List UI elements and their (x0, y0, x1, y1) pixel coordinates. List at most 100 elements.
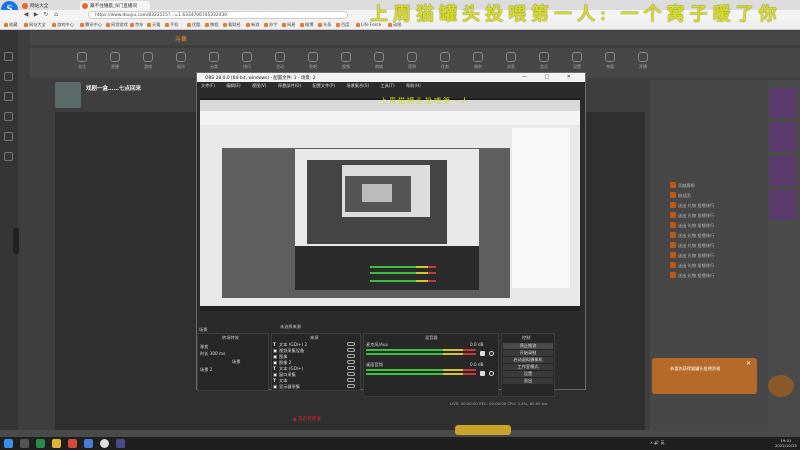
menu-help[interactable]: 帮助(H) (406, 83, 421, 88)
menu-view[interactable]: 视图(V) (252, 83, 267, 88)
studio-mode-button[interactable]: 工作室模式 (503, 364, 553, 370)
window-controls[interactable]: — □ ✕ (522, 74, 579, 80)
eye-icon[interactable] (347, 342, 355, 346)
rail-category-icon[interactable] (4, 92, 13, 101)
bookmark[interactable]: 百度 (336, 22, 349, 28)
bookmark[interactable]: 新浪 (246, 22, 259, 28)
eye-icon[interactable] (347, 372, 355, 376)
rail-home-icon[interactable] (4, 52, 13, 61)
stop-streaming-button[interactable]: 停止推流 (503, 343, 553, 349)
site-nav-item[interactable]: 排行 (235, 52, 259, 70)
bookmark[interactable]: 微博 (300, 22, 313, 28)
ad-card[interactable] (769, 88, 797, 118)
bookmark[interactable]: 网址大全 (24, 22, 46, 28)
menu-profile[interactable]: 配置文件(P) (313, 83, 336, 88)
rail-follow-icon[interactable] (4, 72, 13, 81)
gear-icon[interactable] (489, 371, 494, 376)
search-icon[interactable] (20, 439, 29, 448)
menu-edit[interactable]: 编辑(E) (226, 83, 240, 88)
rank-row[interactable]: 贡献周榜 (670, 182, 695, 190)
bookmark[interactable]: 携程 (205, 22, 218, 28)
site-logo[interactable]: 斗鱼 (175, 34, 187, 43)
virtual-camera-button[interactable]: 启动虚拟摄像机 (503, 357, 553, 363)
rank-row[interactable]: 送出 礼物 投喂排行 (670, 222, 714, 230)
bookmark[interactable]: 腾讯中心 (80, 22, 102, 28)
scene-list-item[interactable]: 场景 2 (200, 367, 212, 373)
ad-card[interactable] (769, 190, 797, 220)
duration-row[interactable]: 时长 300 ms (200, 351, 225, 357)
bookmark[interactable]: 头条 (318, 22, 331, 28)
site-nav-item[interactable]: 关注 (70, 52, 94, 70)
reload-button[interactable]: ↻ (42, 11, 50, 19)
start-icon[interactable] (4, 439, 13, 448)
gift-tip-banner[interactable]: 恭喜你获得猫罐头投喂资格 (652, 358, 757, 394)
eye-icon[interactable] (347, 360, 355, 364)
rail-video-icon[interactable] (4, 112, 13, 121)
site-nav-item[interactable]: 签到 (400, 52, 424, 70)
rank-row[interactable]: 送出 礼物 投喂排行 (670, 232, 714, 240)
settings-button[interactable]: 设置 (503, 371, 553, 377)
site-nav-item[interactable]: 设置 (565, 52, 589, 70)
back-button[interactable]: ◀ (22, 11, 30, 19)
gear-icon[interactable] (489, 351, 494, 356)
gift-button[interactable] (455, 425, 511, 435)
site-nav-item[interactable]: 分类 (202, 52, 226, 70)
bookmark[interactable]: 天猫 (147, 22, 160, 28)
site-nav-item[interactable]: 商城 (367, 52, 391, 70)
menu-scene-collection[interactable]: 场景集合(S) (346, 83, 369, 88)
obs-icon[interactable] (100, 439, 109, 448)
bookmark[interactable]: 看财经 (223, 22, 241, 28)
speaker-icon[interactable] (480, 371, 485, 376)
site-nav-item[interactable]: 鱼吧 (301, 52, 325, 70)
site-nav-item[interactable]: 消息 (499, 52, 523, 70)
browser-icon[interactable] (84, 439, 93, 448)
browser-tab-active[interactable]: 藏不住懵晨_N门直播间 (80, 1, 150, 10)
browser-tab[interactable]: 网站大全 (20, 1, 78, 10)
menu-file[interactable]: 文件(F) (201, 83, 215, 88)
eye-icon[interactable] (347, 384, 355, 388)
rank-row[interactable]: 送出 礼物 投喂排行 (670, 262, 714, 270)
source-item[interactable]: ▣ 显示器采集 (273, 384, 358, 390)
rank-row[interactable]: 送出 礼物 投喂排行 (670, 272, 714, 280)
home-button[interactable]: ⌂ (52, 11, 60, 19)
avatar[interactable] (55, 82, 81, 108)
site-nav-item[interactable]: 会员 (532, 52, 556, 70)
rank-row[interactable]: 送出 礼物 投喂排行 (670, 212, 714, 220)
rank-row[interactable]: 粉丝团 (670, 192, 691, 200)
rail-collapse-handle[interactable] (13, 228, 19, 254)
site-nav-item[interactable]: 福利 (466, 52, 490, 70)
rail-game-icon[interactable] (4, 132, 13, 141)
bookmark[interactable]: 网贷游戏 (106, 22, 128, 28)
close-icon[interactable]: ✕ (746, 360, 751, 367)
clock[interactable]: 19:01 2022/10/15 (775, 438, 797, 448)
menu-tools[interactable]: 工具(T) (380, 83, 394, 88)
site-nav-item[interactable]: 视频 (334, 52, 358, 70)
site-nav-item[interactable]: 娱乐 (169, 52, 193, 70)
taskview-icon[interactable] (36, 439, 45, 448)
url-field[interactable]: https://www.douyu.com/8323115?...=1.6334… (88, 11, 348, 19)
bookmark[interactable]: 京东 (130, 22, 143, 28)
transition-row[interactable]: 渐变 (200, 344, 208, 350)
rank-row[interactable]: 送出 礼物 投喂排行 (670, 202, 714, 210)
bookmark[interactable]: 收藏 (4, 22, 17, 28)
system-tray[interactable]: ∧ 🔊 英 (650, 440, 664, 446)
bookmark[interactable]: 优酷 (187, 22, 200, 28)
rank-row[interactable]: 送出 礼物 投喂排行 (670, 242, 714, 250)
exit-button[interactable]: 退出 (503, 378, 553, 384)
rank-row[interactable]: 送出 礼物 投喂排行 (670, 252, 714, 260)
site-nav-item[interactable]: 充值 (598, 52, 622, 70)
site-nav-item[interactable]: 直播 (103, 52, 127, 70)
eye-icon[interactable] (347, 378, 355, 382)
bookmark[interactable]: 游戏中心 (52, 22, 74, 28)
site-nav-item[interactable]: 开播 (631, 52, 655, 70)
eye-icon[interactable] (347, 354, 355, 358)
rail-more-icon[interactable] (4, 152, 13, 161)
app-icon[interactable] (68, 439, 77, 448)
obs-titlebar[interactable]: OBS 28.0.0 (64-bit, windows) - 配置文件: 1 -… (197, 73, 585, 82)
eye-icon[interactable] (347, 348, 355, 352)
site-nav-item[interactable]: 游戏 (136, 52, 160, 70)
eye-icon[interactable] (347, 366, 355, 370)
ad-card[interactable] (769, 156, 797, 186)
forward-button[interactable]: ▶ (32, 11, 40, 19)
explorer-icon[interactable] (52, 439, 61, 448)
